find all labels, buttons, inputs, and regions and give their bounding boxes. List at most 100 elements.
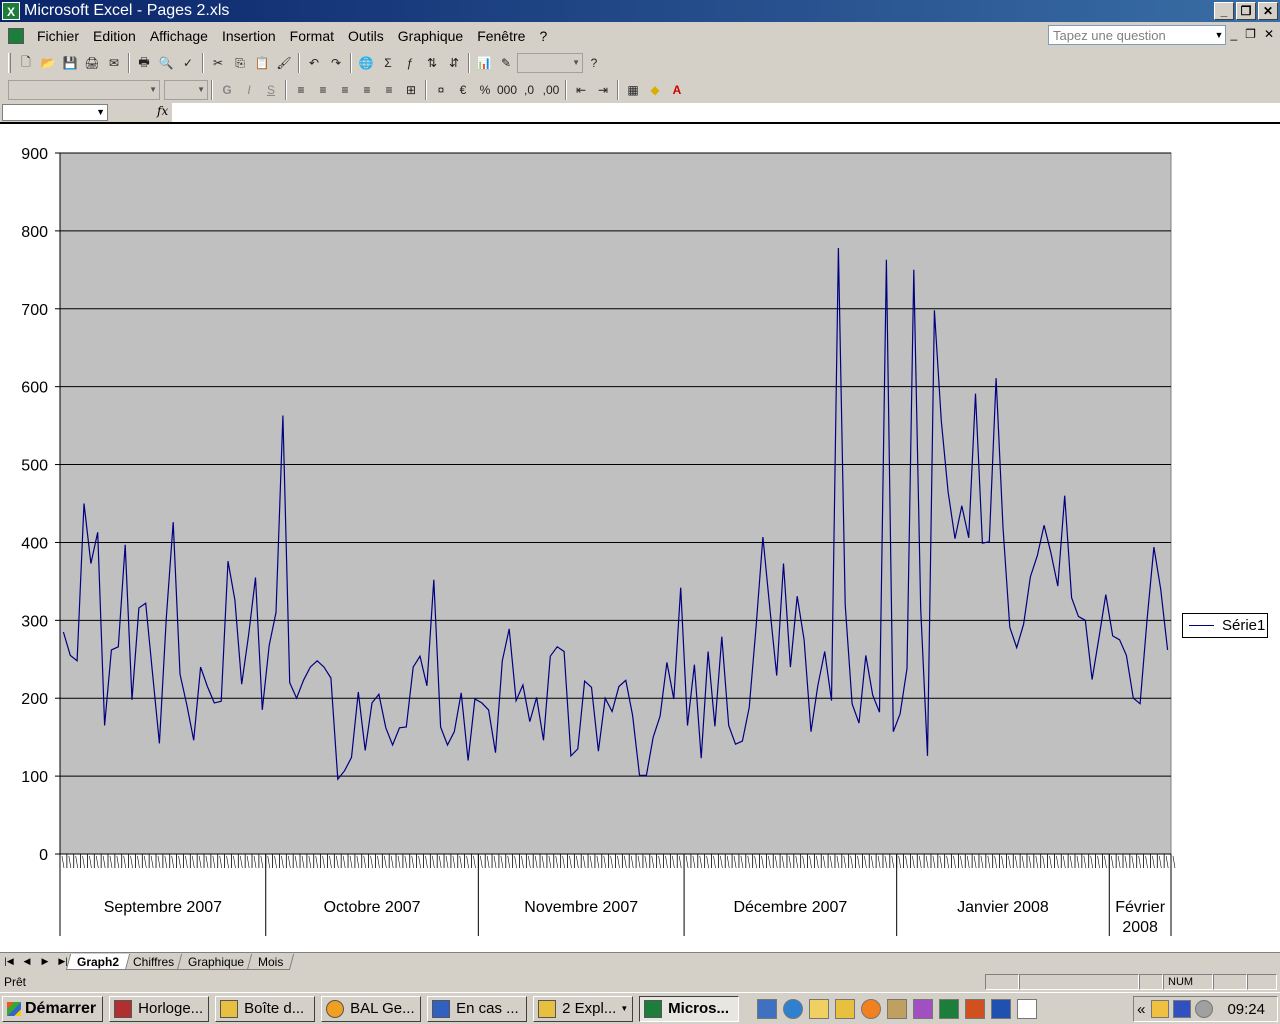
format-painter-icon[interactable]: 🖌: [273, 52, 295, 74]
notes-icon[interactable]: [809, 998, 830, 1019]
new-icon[interactable]: 🗋: [15, 52, 37, 74]
menu-format[interactable]: Format: [283, 28, 341, 44]
toolbar-grip[interactable]: [8, 53, 11, 73]
task-excel[interactable]: Micros...: [639, 995, 740, 1022]
tray-antivirus-icon[interactable]: [1173, 1000, 1192, 1018]
formula-input[interactable]: [172, 103, 1280, 122]
fx-icon[interactable]: fx: [157, 104, 168, 118]
outlook-icon[interactable]: [757, 998, 778, 1019]
sheet-tab-graph2[interactable]: Graph2: [65, 953, 131, 970]
borders-icon[interactable]: ▦: [622, 79, 644, 101]
sheet-tab-graphique[interactable]: Graphique: [177, 953, 256, 970]
chevron-down-icon[interactable]: ▼: [1213, 26, 1225, 44]
font-size-combo[interactable]: ▼: [164, 80, 208, 100]
percent-icon[interactable]: %: [474, 79, 496, 101]
question-input[interactable]: Tapez une question ▼: [1048, 25, 1226, 45]
align-right-icon[interactable]: ≡: [356, 79, 378, 101]
hyperlink-icon[interactable]: 🌐: [355, 52, 377, 74]
italic-icon[interactable]: I: [238, 79, 260, 101]
menu-fenetre[interactable]: Fenêtre: [470, 28, 532, 44]
minimize-button[interactable]: _: [1214, 2, 1234, 20]
merge-center-icon[interactable]: ⊞: [400, 79, 422, 101]
print-icon[interactable]: 🖶: [133, 52, 155, 74]
restore-button[interactable]: ❐: [1236, 2, 1256, 20]
doc-minimize-button[interactable]: _: [1230, 27, 1237, 41]
cut-icon[interactable]: ✂: [207, 52, 229, 74]
chart-wizard-icon[interactable]: 📊: [473, 52, 495, 74]
paste-icon[interactable]: 📋: [251, 52, 273, 74]
drawing-icon[interactable]: ✎: [495, 52, 517, 74]
redo-icon[interactable]: ↷: [325, 52, 347, 74]
bold-icon[interactable]: G: [216, 79, 238, 101]
permissions-icon[interactable]: 🖨: [81, 52, 103, 74]
align-center-icon[interactable]: ≡: [312, 79, 334, 101]
task-explorer[interactable]: 2 Expl... ▼: [533, 995, 634, 1022]
align-justify-icon[interactable]: ≡: [334, 79, 356, 101]
menu-help[interactable]: ?: [532, 28, 554, 44]
word-icon[interactable]: [991, 998, 1012, 1019]
sheet-tab-chiffres[interactable]: Chiffres: [121, 953, 186, 970]
menu-insertion[interactable]: Insertion: [215, 28, 283, 44]
euro-icon[interactable]: €: [452, 79, 474, 101]
doc-restore-button[interactable]: ❐: [1245, 27, 1256, 41]
decrease-indent-icon[interactable]: ⇤: [570, 79, 592, 101]
fill-color-icon[interactable]: ◆: [644, 79, 666, 101]
menu-affichage[interactable]: Affichage: [143, 28, 215, 44]
line-chart[interactable]: 0 100 200 300 400 500 600 700 800 900 Septembre 20…: [0, 124, 1280, 952]
task-boite[interactable]: Boîte d...: [215, 995, 316, 1022]
zoom-combo[interactable]: ▼: [517, 53, 583, 73]
powerpoint-icon[interactable]: [965, 998, 986, 1019]
task-en-cas[interactable]: En cas ...: [427, 995, 528, 1022]
name-box[interactable]: ▼: [2, 104, 108, 121]
basketball-icon[interactable]: [861, 998, 882, 1019]
save-icon[interactable]: 💾: [59, 52, 81, 74]
distributed-icon[interactable]: ≡: [378, 79, 400, 101]
menu-graphique[interactable]: Graphique: [391, 28, 470, 44]
next-sheet-icon[interactable]: ▶: [36, 956, 54, 967]
tools-icon[interactable]: [887, 998, 908, 1019]
excel-quick-icon[interactable]: [939, 998, 960, 1019]
menu-fichier[interactable]: Fichier: [30, 28, 86, 44]
function-icon[interactable]: ƒ: [399, 52, 421, 74]
tray-expand-icon[interactable]: «: [1137, 1001, 1145, 1018]
prev-sheet-icon[interactable]: ◀: [18, 956, 36, 967]
workbook-icon[interactable]: [8, 28, 24, 44]
excel-icon[interactable]: X: [2, 2, 20, 20]
start-button[interactable]: Démarrer: [2, 995, 104, 1022]
autosum-icon[interactable]: Σ: [377, 52, 399, 74]
underline-icon[interactable]: S: [260, 79, 282, 101]
sort-desc-icon[interactable]: ⇵: [443, 52, 465, 74]
close-button[interactable]: ✕: [1258, 2, 1278, 20]
copy-icon[interactable]: ⎘: [229, 52, 251, 74]
currency-format-icon[interactable]: ¤: [430, 79, 452, 101]
chart-area[interactable]: 0 100 200 300 400 500 600 700 800 900 Septembre 20…: [0, 122, 1280, 952]
sort-asc-icon[interactable]: ⇅: [421, 52, 443, 74]
first-sheet-icon[interactable]: |◀: [0, 956, 18, 967]
help-quick-icon[interactable]: [1017, 998, 1038, 1019]
open-icon[interactable]: 📂: [37, 52, 59, 74]
task-bal[interactable]: BAL Ge...: [321, 995, 422, 1022]
tray-network-icon[interactable]: [1195, 1000, 1214, 1018]
task-horloge[interactable]: Horloge...: [109, 995, 210, 1022]
help-icon[interactable]: ?: [583, 52, 605, 74]
menu-outils[interactable]: Outils: [341, 28, 391, 44]
sheet-tab-mois[interactable]: Mois: [247, 953, 295, 970]
font-combo[interactable]: ▼: [8, 80, 160, 100]
undo-icon[interactable]: ↶: [303, 52, 325, 74]
increase-decimal-icon[interactable]: ,0: [518, 79, 540, 101]
thousands-icon[interactable]: 000: [496, 79, 518, 101]
font-color-icon[interactable]: A: [666, 79, 688, 101]
doc-close-button[interactable]: ✕: [1264, 27, 1274, 41]
folder-icon[interactable]: [835, 998, 856, 1019]
paint-icon[interactable]: [913, 998, 934, 1019]
print-preview-icon[interactable]: 🔍: [155, 52, 177, 74]
ie-icon[interactable]: [783, 998, 804, 1019]
align-left-icon[interactable]: ≡: [290, 79, 312, 101]
menu-edition[interactable]: Edition: [86, 28, 143, 44]
email-icon[interactable]: ✉: [103, 52, 125, 74]
chart-legend[interactable]: Série1: [1182, 613, 1268, 638]
decrease-decimal-icon[interactable]: ,00: [540, 79, 562, 101]
tray-clock-icon[interactable]: [1151, 1000, 1170, 1018]
increase-indent-icon[interactable]: ⇥: [592, 79, 614, 101]
spelling-icon[interactable]: ✓: [177, 52, 199, 74]
